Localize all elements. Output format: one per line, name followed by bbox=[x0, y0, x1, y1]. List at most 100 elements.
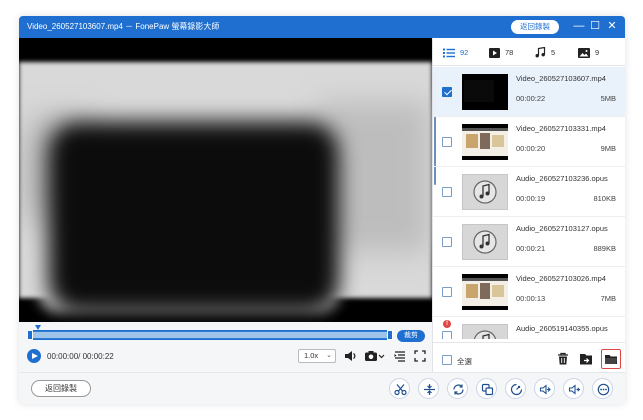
item-checkbox[interactable] bbox=[442, 137, 452, 147]
item-checkbox[interactable] bbox=[442, 287, 452, 297]
more-icon bbox=[597, 383, 610, 396]
window-title: Video_260527103607.mp4 － FonePaw 螢幕錄影大師 bbox=[27, 22, 220, 31]
list-item[interactable]: Video_260527103607.mp4 00:00:22 5MB bbox=[433, 67, 625, 117]
back-to-record-button[interactable]: 返回錄製 bbox=[31, 380, 91, 397]
audio-convert-icon bbox=[539, 384, 551, 395]
maximize-button[interactable]: ☐ bbox=[588, 19, 602, 33]
trim-end-handle[interactable] bbox=[387, 330, 393, 340]
merge-tool-button[interactable] bbox=[476, 378, 497, 399]
audio-convert-tool-button[interactable] bbox=[534, 378, 555, 399]
video-frame bbox=[19, 62, 432, 312]
item-duration: 00:00:19 bbox=[516, 194, 546, 203]
list-item[interactable]: Video_260527103331.mp4 00:00:20 9MB bbox=[433, 117, 625, 167]
trim-timeline[interactable] bbox=[27, 330, 393, 340]
video-thumbnail bbox=[462, 74, 508, 110]
item-checkbox[interactable] bbox=[442, 87, 452, 97]
compress-icon bbox=[510, 383, 523, 396]
title-bar: Video_260527103607.mp4 － FonePaw 螢幕錄影大師 … bbox=[19, 16, 625, 38]
music-note-icon bbox=[473, 180, 497, 204]
settings-list-icon[interactable] bbox=[393, 349, 407, 363]
close-button[interactable]: ✕ bbox=[605, 19, 619, 33]
volume-up-icon bbox=[568, 384, 580, 395]
list-icon bbox=[443, 48, 455, 58]
music-icon bbox=[535, 47, 546, 58]
compress-tool-button[interactable] bbox=[505, 378, 526, 399]
item-filename: Video_260527103331.mp4 bbox=[516, 124, 606, 133]
split-icon bbox=[424, 384, 435, 395]
sidebar-footer: 全選 bbox=[433, 342, 625, 372]
volume-icon[interactable] bbox=[343, 349, 357, 363]
list-item[interactable]: ! Audio_260519140355.opus bbox=[433, 317, 625, 339]
item-size: 7MB bbox=[600, 294, 616, 303]
media-filter-tabs: 92 78 5 9 bbox=[433, 38, 625, 66]
chevron-down-icon: ⌄ bbox=[326, 352, 332, 359]
item-size: 5MB bbox=[600, 94, 616, 103]
warning-icon: ! bbox=[443, 320, 451, 328]
trash-icon[interactable] bbox=[555, 351, 571, 367]
split-tool-button[interactable] bbox=[418, 378, 439, 399]
trim-start-handle[interactable] bbox=[27, 330, 33, 340]
folder-icon bbox=[604, 354, 617, 364]
timeline-range bbox=[31, 332, 389, 338]
export-icon[interactable] bbox=[578, 351, 594, 367]
tab-all[interactable]: 92 bbox=[443, 46, 468, 60]
tab-video-count: 78 bbox=[505, 48, 514, 57]
item-filename: Audio_260519140355.opus bbox=[516, 324, 608, 333]
item-filename: Audio_260527103127.opus bbox=[516, 224, 608, 233]
rotate-icon bbox=[453, 384, 464, 395]
audio-thumbnail bbox=[462, 324, 508, 339]
item-duration: 00:00:21 bbox=[516, 244, 546, 253]
item-checkbox[interactable] bbox=[442, 187, 452, 197]
list-item[interactable]: Video_260527103026.mp4 00:00:13 7MB bbox=[433, 267, 625, 317]
app-window: Video_260527103607.mp4 － FonePaw 螢幕錄影大師 … bbox=[19, 16, 625, 404]
video-player[interactable] bbox=[19, 38, 432, 322]
camera-icon[interactable] bbox=[364, 349, 386, 363]
bottom-toolbar: 返回錄製 bbox=[19, 372, 625, 404]
item-checkbox[interactable] bbox=[442, 237, 452, 247]
rotate-tool-button[interactable] bbox=[447, 378, 468, 399]
item-filename: Audio_260527103236.opus bbox=[516, 174, 608, 183]
item-size: 889KB bbox=[593, 244, 616, 253]
video-thumbnail bbox=[462, 274, 508, 310]
item-duration: 00:00:22 bbox=[516, 94, 546, 103]
play-button[interactable] bbox=[27, 349, 41, 363]
tab-video[interactable]: 78 bbox=[489, 46, 513, 60]
recordings-sidebar: 92 78 5 9 Video_260527103607.mp4 00:00:2… bbox=[432, 38, 625, 372]
back-to-record-top-button[interactable]: 返回錄製 bbox=[511, 20, 559, 34]
item-size: 9MB bbox=[600, 144, 616, 153]
scissors-icon bbox=[394, 384, 407, 396]
tab-all-count: 92 bbox=[460, 48, 469, 57]
more-tools-button[interactable] bbox=[592, 378, 613, 399]
tab-audio-count: 5 bbox=[551, 48, 556, 57]
video-thumbnail bbox=[462, 124, 508, 160]
music-note-icon bbox=[473, 230, 497, 254]
item-duration: 00:00:13 bbox=[516, 294, 546, 303]
select-all-checkbox[interactable] bbox=[442, 355, 452, 365]
list-item[interactable]: Audio_260527103236.opus 00:00:19 810KB bbox=[433, 167, 625, 217]
time-readout: 00:00:00/ 00:00:22 bbox=[47, 352, 114, 361]
merge-icon bbox=[481, 383, 494, 396]
video-icon bbox=[489, 47, 500, 58]
open-folder-button[interactable] bbox=[601, 349, 621, 369]
speed-select[interactable]: 1.0x ⌄ bbox=[298, 349, 336, 363]
minimize-button[interactable]: — bbox=[572, 19, 586, 33]
volume-boost-tool-button[interactable] bbox=[563, 378, 584, 399]
image-icon bbox=[578, 47, 590, 58]
list-item[interactable]: Audio_260527103127.opus 00:00:21 889KB bbox=[433, 217, 625, 267]
item-filename: Video_260527103026.mp4 bbox=[516, 274, 606, 283]
tab-image[interactable]: 9 bbox=[578, 46, 599, 60]
tab-audio[interactable]: 5 bbox=[535, 46, 555, 60]
audio-thumbnail bbox=[462, 174, 508, 210]
fullscreen-icon[interactable] bbox=[413, 349, 427, 363]
item-checkbox[interactable] bbox=[442, 331, 452, 339]
cut-button[interactable]: 裁剪 bbox=[397, 330, 425, 342]
music-note-icon bbox=[473, 330, 497, 339]
speed-value: 1.0x bbox=[304, 351, 319, 360]
item-filename: Video_260527103607.mp4 bbox=[516, 74, 606, 83]
trim-tool-button[interactable] bbox=[389, 378, 410, 399]
tab-image-count: 9 bbox=[595, 48, 600, 57]
audio-thumbnail bbox=[462, 224, 508, 260]
item-duration: 00:00:20 bbox=[516, 144, 546, 153]
item-size: 810KB bbox=[593, 194, 616, 203]
select-all-label: 全選 bbox=[457, 357, 472, 366]
